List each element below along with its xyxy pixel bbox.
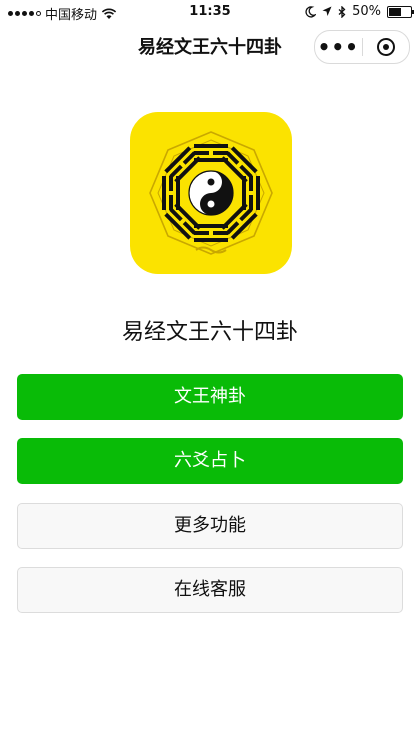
battery-icon	[387, 5, 414, 18]
wenwang-divination-button[interactable]: 文王神卦	[17, 374, 403, 420]
bagua-logo-icon	[130, 112, 292, 274]
battery-percent: 50%	[352, 4, 381, 19]
close-circle-icon[interactable]	[363, 38, 410, 56]
more-features-button[interactable]: 更多功能	[17, 503, 403, 549]
more-dots-icon[interactable]: •••	[315, 37, 362, 57]
online-service-button[interactable]: 在线客服	[17, 567, 403, 613]
app-name: 易经文王六十四卦	[121, 320, 298, 345]
status-bar: 中国移动 11:35 50%	[0, 0, 420, 24]
liuyao-divination-button[interactable]: 六爻占卜	[17, 438, 403, 484]
bluetooth-icon	[338, 5, 346, 18]
location-icon	[322, 6, 332, 16]
mini-program-capsule: •••	[314, 30, 410, 64]
moon-icon	[305, 5, 317, 18]
status-right: 50%	[305, 4, 414, 19]
